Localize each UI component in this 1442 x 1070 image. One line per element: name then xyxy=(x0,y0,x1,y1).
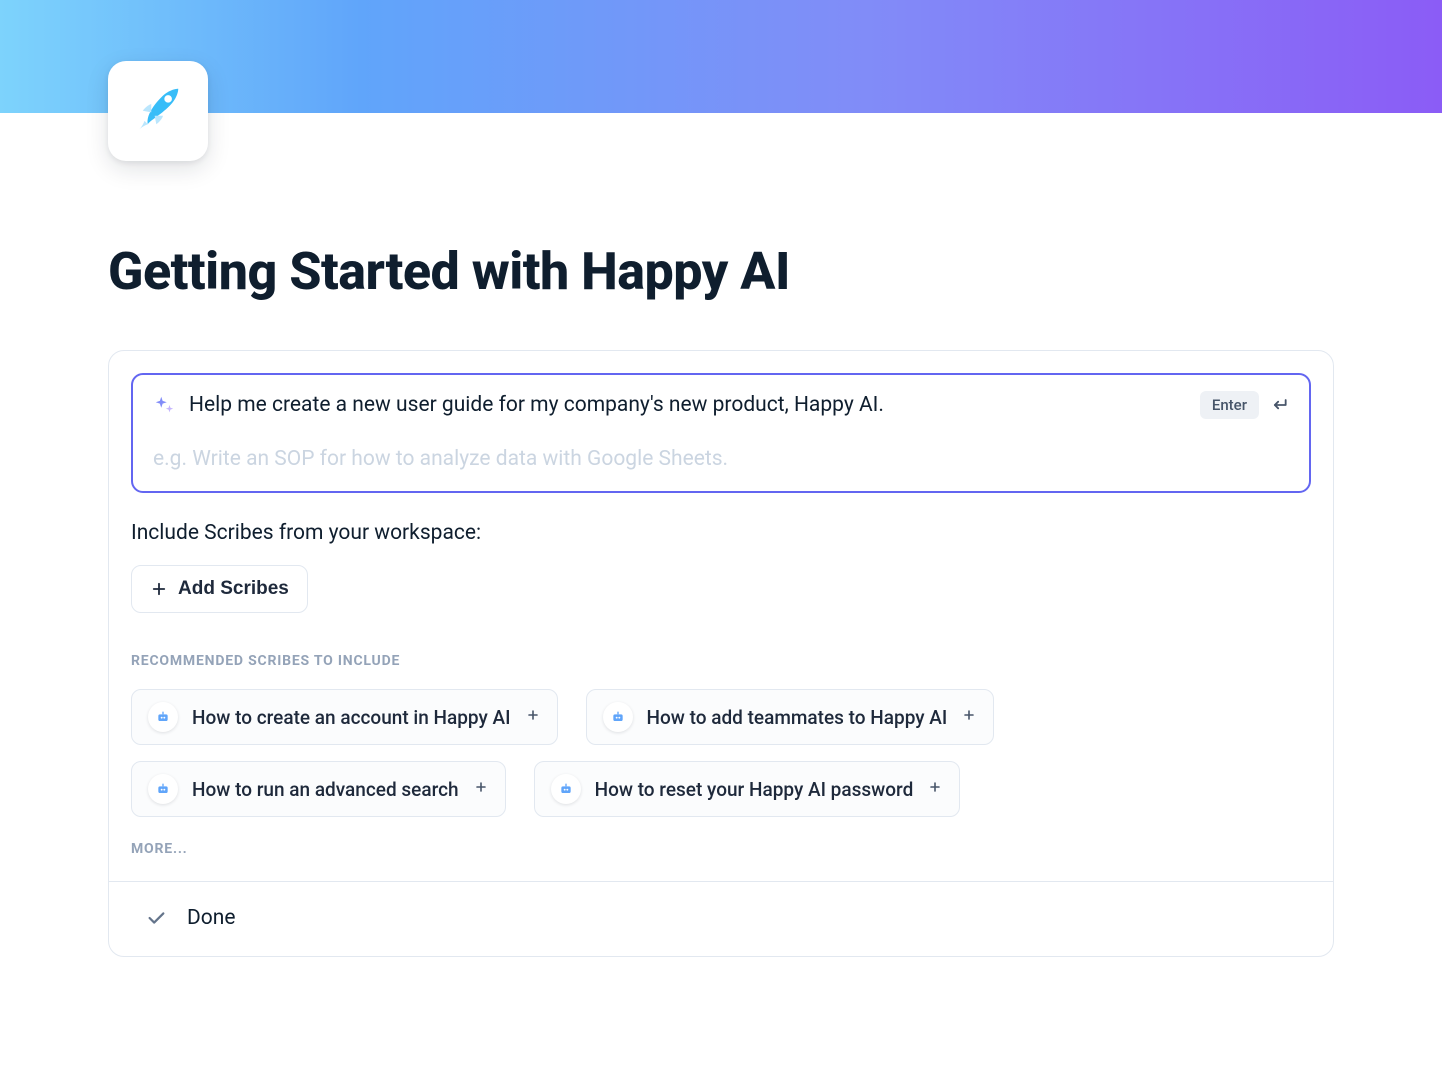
sparkle-icon xyxy=(153,394,175,416)
scribe-chip-label: How to run an advanced search xyxy=(192,778,459,801)
more-link[interactable]: MORE... xyxy=(131,841,1311,857)
done-row[interactable]: Done xyxy=(131,882,1311,956)
enter-key-chip: Enter xyxy=(1200,391,1259,419)
done-label: Done xyxy=(187,906,236,930)
scribe-chip-label: How to add teammates to Happy AI xyxy=(647,706,948,729)
add-scribes-button[interactable]: Add Scribes xyxy=(131,565,308,613)
scribe-chip-reset-password[interactable]: How to reset your Happy AI password xyxy=(534,761,961,817)
plus-icon xyxy=(961,707,977,727)
return-icon xyxy=(1269,395,1289,415)
plus-icon xyxy=(150,580,168,598)
prompt-text: Help me create a new user guide for my c… xyxy=(189,393,1186,417)
main-panel: Help me create a new user guide for my c… xyxy=(108,350,1334,957)
recommended-heading: RECOMMENDED SCRIBES TO INCLUDE xyxy=(131,653,1311,669)
scribe-chip-add-teammates[interactable]: How to add teammates to Happy AI xyxy=(586,689,995,745)
enter-hint: Enter xyxy=(1200,391,1289,419)
page-title: Getting Started with Happy AI xyxy=(108,113,1334,302)
plus-icon xyxy=(927,779,943,799)
scribe-chip-label: How to create an account in Happy AI xyxy=(192,706,511,729)
page-icon-card xyxy=(108,61,208,161)
plus-icon xyxy=(525,707,541,727)
scribe-chip-advanced-search[interactable]: How to run an advanced search xyxy=(131,761,506,817)
plus-icon xyxy=(473,779,489,799)
content-area: Getting Started with Happy AI Help me cr… xyxy=(0,113,1442,957)
robot-icon xyxy=(551,774,581,804)
scribe-chip-create-account[interactable]: How to create an account in Happy AI xyxy=(131,689,558,745)
prompt-row: Help me create a new user guide for my c… xyxy=(153,391,1289,419)
robot-icon xyxy=(148,774,178,804)
prompt-placeholder: e.g. Write an SOP for how to analyze dat… xyxy=(153,447,1289,471)
scribe-chip-label: How to reset your Happy AI password xyxy=(595,778,914,801)
robot-icon xyxy=(603,702,633,732)
prompt-input-box[interactable]: Help me create a new user guide for my c… xyxy=(131,373,1311,493)
recommended-chips: How to create an account in Happy AI xyxy=(131,689,1311,817)
include-scribes-label: Include Scribes from your workspace: xyxy=(131,521,1311,545)
robot-icon xyxy=(148,702,178,732)
add-scribes-label: Add Scribes xyxy=(178,578,289,600)
check-icon xyxy=(145,907,167,929)
gradient-banner xyxy=(0,0,1442,113)
rocket-icon xyxy=(131,82,185,140)
